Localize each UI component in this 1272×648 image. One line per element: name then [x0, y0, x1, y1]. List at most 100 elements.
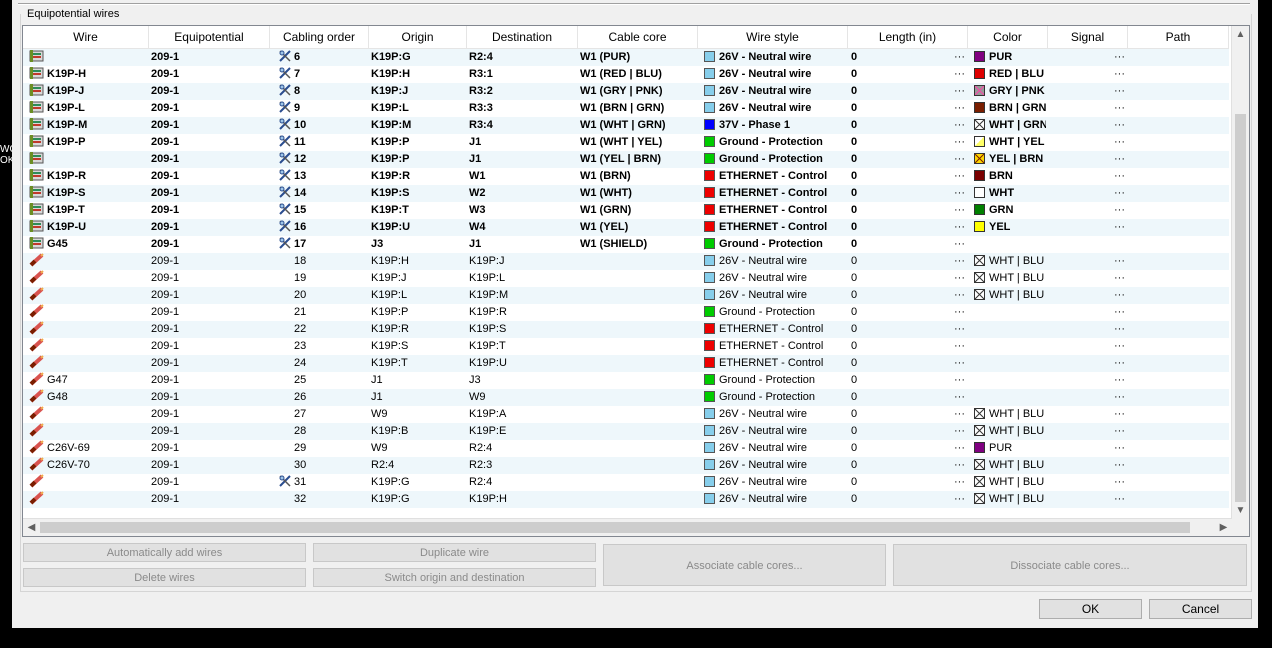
signal-ellipsis-button[interactable]: ···	[1114, 253, 1126, 270]
cell-destination[interactable]: R3:1	[469, 66, 576, 83]
table-row[interactable]: 209-1 6 K19P:G R2:4 W1 (PUR) 26V - Neutral wi…	[23, 49, 1229, 66]
switch-origin-destination-button[interactable]: Switch origin and destination	[313, 568, 596, 587]
cell-equipotential[interactable]: 209-1	[151, 49, 268, 66]
cell-origin[interactable]: K19P:P	[371, 304, 465, 321]
cell-cabling-order[interactable]: 11	[278, 134, 367, 151]
cell-cabling-order[interactable]: 31	[278, 474, 367, 491]
cell-destination[interactable]: R2:4	[469, 440, 576, 457]
cell-wire-style[interactable]: ETHERNET - Control	[704, 321, 846, 338]
associate-cable-cores-button[interactable]: Associate cable cores...	[603, 544, 886, 586]
cell-cable-core[interactable]	[580, 440, 696, 457]
cell-path[interactable]	[1130, 100, 1227, 117]
cell-wire-style[interactable]: Ground - Protection	[704, 151, 846, 168]
cell-equipotential[interactable]: 209-1	[151, 185, 268, 202]
cell-cable-core[interactable]: W1 (BRN | GRN)	[580, 100, 696, 117]
cell-length[interactable]: 0	[851, 151, 949, 168]
cell-destination[interactable]: W3	[469, 202, 576, 219]
length-ellipsis-button[interactable]: ···	[954, 457, 966, 474]
cell-color[interactable]	[974, 338, 1046, 355]
cell-wire[interactable]	[29, 338, 147, 355]
cell-color[interactable]	[974, 321, 1046, 338]
table-row[interactable]: 209-1 12 K19P:P J1 W1 (YEL | BRN) Ground - Pr…	[23, 151, 1229, 168]
cell-color[interactable]: WHT | BLU	[974, 474, 1046, 491]
cell-cable-core[interactable]: W1 (BRN)	[580, 168, 696, 185]
cell-equipotential[interactable]: 209-1	[151, 440, 268, 457]
cell-equipotential[interactable]: 209-1	[151, 423, 268, 440]
cell-destination[interactable]: K19P:L	[469, 270, 576, 287]
cell-color[interactable]: YEL | BRN	[974, 151, 1046, 168]
cell-length[interactable]: 0	[851, 304, 949, 321]
table-row[interactable]: K19P-P 209-1 11 K19P:P J1 W1 (WHT | YEL) Groun…	[23, 134, 1229, 151]
signal-ellipsis-button[interactable]: ···	[1114, 491, 1126, 508]
length-ellipsis-button[interactable]: ···	[954, 270, 966, 287]
cell-wire-style[interactable]: 26V - Neutral wire	[704, 440, 846, 457]
cell-cabling-order[interactable]: 9	[278, 100, 367, 117]
signal-ellipsis-button[interactable]: ···	[1114, 202, 1126, 219]
cell-destination[interactable]: W9	[469, 389, 576, 406]
cell-color[interactable]: GRY | PNK	[974, 83, 1046, 100]
cell-equipotential[interactable]: 209-1	[151, 236, 268, 253]
cell-cabling-order[interactable]: 32	[278, 491, 367, 508]
cell-cabling-order[interactable]: 13	[278, 168, 367, 185]
cell-destination[interactable]: K19P:U	[469, 355, 576, 372]
signal-ellipsis-button[interactable]: ···	[1114, 117, 1126, 134]
cell-color[interactable]	[974, 355, 1046, 372]
length-ellipsis-button[interactable]: ···	[954, 168, 966, 185]
cell-wire-style[interactable]: 26V - Neutral wire	[704, 287, 846, 304]
cell-destination[interactable]: R2:4	[469, 49, 576, 66]
cell-path[interactable]	[1130, 321, 1227, 338]
cell-wire-style[interactable]: 26V - Neutral wire	[704, 423, 846, 440]
length-ellipsis-button[interactable]: ···	[954, 219, 966, 236]
cell-path[interactable]	[1130, 338, 1227, 355]
cell-cabling-order[interactable]: 20	[278, 287, 367, 304]
table-row[interactable]: 209-1 24 K19P:T K19P:U ETHERNET - Control 0 ··…	[23, 355, 1229, 372]
cell-cable-core[interactable]	[580, 491, 696, 508]
horizontal-scroll-thumb[interactable]	[40, 522, 1190, 533]
cell-cable-core[interactable]	[580, 372, 696, 389]
cell-equipotential[interactable]: 209-1	[151, 304, 268, 321]
cell-equipotential[interactable]: 209-1	[151, 338, 268, 355]
cell-wire-style[interactable]: Ground - Protection	[704, 236, 846, 253]
cell-origin[interactable]: K19P:P	[371, 134, 465, 151]
table-row[interactable]: K19P-R 209-1 13 K19P:R W1 W1 (BRN) ETHERNET - …	[23, 168, 1229, 185]
cell-wire-style[interactable]: 26V - Neutral wire	[704, 100, 846, 117]
cell-equipotential[interactable]: 209-1	[151, 474, 268, 491]
cell-origin[interactable]: K19P:R	[371, 321, 465, 338]
cell-equipotential[interactable]: 209-1	[151, 134, 268, 151]
cell-length[interactable]: 0	[851, 372, 949, 389]
length-ellipsis-button[interactable]: ···	[954, 304, 966, 321]
signal-ellipsis-button[interactable]: ···	[1114, 100, 1126, 117]
cell-wire[interactable]	[29, 491, 147, 508]
cell-length[interactable]: 0	[851, 355, 949, 372]
column-header-signal[interactable]: Signal	[1048, 26, 1128, 48]
cell-length[interactable]: 0	[851, 491, 949, 508]
cell-cabling-order[interactable]: 15	[278, 202, 367, 219]
cell-wire-style[interactable]: Ground - Protection	[704, 389, 846, 406]
signal-ellipsis-button[interactable]: ···	[1114, 304, 1126, 321]
cell-cabling-order[interactable]: 17	[278, 236, 367, 253]
column-header-origin[interactable]: Origin	[369, 26, 467, 48]
cell-path[interactable]	[1130, 372, 1227, 389]
cell-origin[interactable]: K19P:S	[371, 185, 465, 202]
cell-cabling-order[interactable]: 18	[278, 253, 367, 270]
column-header-length[interactable]: Length (in)	[848, 26, 968, 48]
cell-color[interactable]: WHT | BLU	[974, 423, 1046, 440]
table-row[interactable]: K19P-J 209-1 8 K19P:J R3:2 W1 (GRY | PNK) 26V …	[23, 83, 1229, 100]
column-header-style[interactable]: Wire style	[698, 26, 848, 48]
cell-cabling-order[interactable]: 19	[278, 270, 367, 287]
cell-wire[interactable]	[29, 423, 147, 440]
length-ellipsis-button[interactable]: ···	[954, 389, 966, 406]
cell-origin[interactable]: K19P:P	[371, 151, 465, 168]
cell-path[interactable]	[1130, 474, 1227, 491]
cell-path[interactable]	[1130, 355, 1227, 372]
signal-ellipsis-button[interactable]	[1114, 236, 1126, 253]
cell-wire-style[interactable]: 26V - Neutral wire	[704, 474, 846, 491]
cell-wire[interactable]	[29, 253, 147, 270]
table-row[interactable]: 209-1 32 K19P:G K19P:H 26V - Neutral wire 0 ··…	[23, 491, 1229, 508]
cell-cabling-order[interactable]: 8	[278, 83, 367, 100]
cell-wire[interactable]	[29, 321, 147, 338]
table-row[interactable]: 209-1 18 K19P:H K19P:J 26V - Neutral wire 0 ··…	[23, 253, 1229, 270]
table-row[interactable]: 209-1 21 K19P:P K19P:R Ground - Protection 0 ·…	[23, 304, 1229, 321]
cell-wire[interactable]	[29, 287, 147, 304]
cell-path[interactable]	[1130, 304, 1227, 321]
